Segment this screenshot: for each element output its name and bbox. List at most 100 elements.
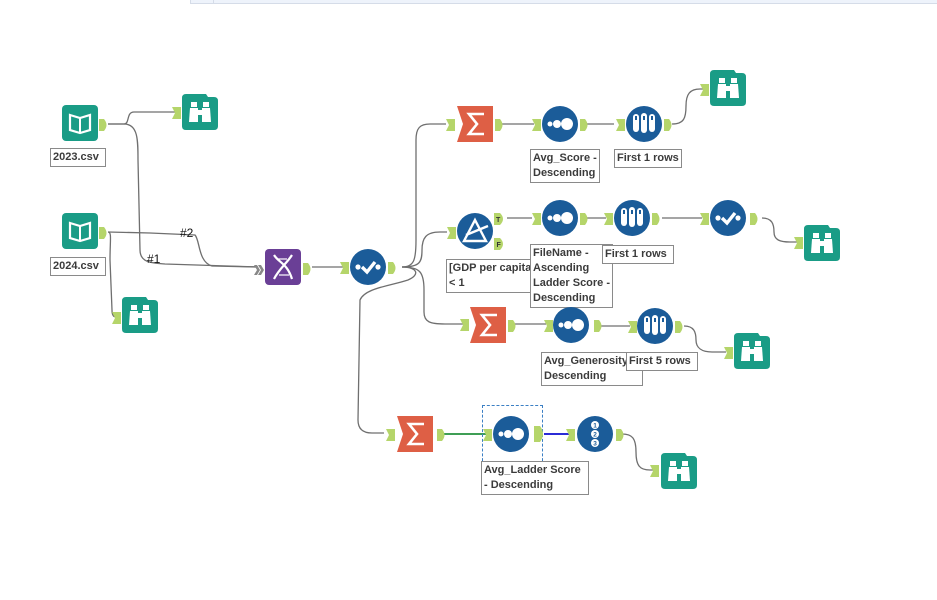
input-anchor[interactable] xyxy=(532,212,541,230)
output-anchor[interactable] xyxy=(303,262,313,280)
browse-tool[interactable] xyxy=(734,333,770,369)
input-anchor[interactable] xyxy=(172,106,181,124)
input-anchor[interactable] xyxy=(386,428,395,446)
sample-tool[interactable] xyxy=(626,106,662,142)
input-anchor[interactable] xyxy=(483,428,492,446)
output-anchor[interactable] xyxy=(495,118,505,136)
output-anchor[interactable] xyxy=(580,212,590,230)
browse-tool[interactable] xyxy=(661,453,697,489)
output-anchor[interactable] xyxy=(508,319,518,337)
input-anchor[interactable] xyxy=(447,226,456,244)
output-anchor[interactable] xyxy=(594,319,604,337)
tool-label: 2023.csv xyxy=(50,148,106,167)
browse-tool[interactable] xyxy=(182,94,218,130)
input-anchor[interactable] xyxy=(794,236,803,254)
browse-tool[interactable] xyxy=(710,70,746,106)
input-anchor[interactable] xyxy=(700,83,709,101)
wire xyxy=(401,123,446,268)
wire-label-2: #2 xyxy=(180,226,194,240)
wire xyxy=(108,111,178,125)
input-anchor[interactable] xyxy=(724,346,733,364)
input-data-tool-2023[interactable] xyxy=(62,105,98,141)
sample-tool[interactable] xyxy=(614,200,650,236)
sort-dots-icon xyxy=(542,200,578,236)
sort-tool-selected[interactable] xyxy=(493,416,529,452)
output-anchor[interactable] xyxy=(750,212,760,230)
wire-label-1: #1 xyxy=(147,252,161,266)
dna-icon xyxy=(265,249,301,285)
input-anchor[interactable] xyxy=(566,428,575,446)
wire xyxy=(761,217,798,243)
summarize-tool[interactable] xyxy=(470,307,506,343)
input-data-tool-2024[interactable] xyxy=(62,213,98,249)
input-anchor[interactable] xyxy=(650,464,659,482)
output-anchor[interactable] xyxy=(664,118,674,136)
tool-label: Avg_Score - Descending xyxy=(530,149,600,183)
test-tubes-icon xyxy=(626,106,662,142)
sort-dots-icon xyxy=(493,416,529,452)
wire xyxy=(108,123,259,268)
union-tool[interactable] xyxy=(265,249,301,285)
output-anchor[interactable] xyxy=(437,428,447,446)
binoculars-icon xyxy=(661,453,697,489)
numbered-list-icon: 1 2 3 xyxy=(577,416,613,452)
input-anchor[interactable] xyxy=(340,261,349,279)
input-anchor[interactable] xyxy=(446,118,455,136)
browse-tool[interactable] xyxy=(804,225,840,261)
input-anchor[interactable] xyxy=(604,212,613,230)
output-anchor[interactable] xyxy=(99,118,109,136)
check-icon xyxy=(350,249,386,285)
record-id-tool[interactable]: 1 2 3 xyxy=(577,416,613,452)
book-icon xyxy=(62,105,98,141)
summarize-tool[interactable] xyxy=(457,106,493,142)
output-anchor[interactable] xyxy=(580,118,590,136)
sigma-icon xyxy=(470,307,506,343)
tool-label: Avg_Ladder Score - Descending xyxy=(481,461,589,495)
summarize-tool[interactable] xyxy=(397,416,433,452)
check-icon xyxy=(710,200,746,236)
false-anchor[interactable]: F xyxy=(494,237,506,255)
input-anchor[interactable] xyxy=(112,311,121,329)
sort-tool[interactable] xyxy=(553,307,589,343)
tool-label: First 1 rows xyxy=(602,245,674,264)
binoculars-icon xyxy=(122,297,158,333)
sample-tool[interactable] xyxy=(637,308,673,344)
sort-dots-icon xyxy=(553,307,589,343)
input-anchor[interactable] xyxy=(544,319,553,337)
test-tubes-icon xyxy=(637,308,673,344)
tool-label: [GDP per capita] < 1 xyxy=(446,259,535,293)
binoculars-icon xyxy=(710,70,746,106)
select-tool[interactable] xyxy=(710,200,746,236)
svg-text:1: 1 xyxy=(593,423,597,430)
select-tool[interactable] xyxy=(350,249,386,285)
tool-label: First 5 rows xyxy=(626,352,698,371)
input-anchor[interactable] xyxy=(616,118,625,136)
sigma-icon xyxy=(457,106,493,142)
tool-label: First 1 rows xyxy=(614,149,682,168)
input-anchor[interactable] xyxy=(460,318,469,336)
output-anchor[interactable] xyxy=(388,261,398,279)
true-anchor[interactable]: T xyxy=(494,212,506,230)
output-anchor[interactable] xyxy=(534,426,546,447)
true-anchor-label: T xyxy=(496,217,501,224)
binoculars-icon xyxy=(734,333,770,369)
sort-tool[interactable] xyxy=(542,200,578,236)
svg-text:3: 3 xyxy=(593,441,597,448)
tool-label: FileName - Ascending Ladder Score - Desc… xyxy=(530,244,614,308)
output-anchor[interactable] xyxy=(99,226,109,244)
output-anchor[interactable] xyxy=(652,212,662,230)
output-anchor[interactable] xyxy=(675,320,685,338)
input-anchor[interactable] xyxy=(700,212,709,230)
false-anchor-label: F xyxy=(497,242,502,249)
filter-tool[interactable] xyxy=(457,213,493,249)
output-anchor[interactable] xyxy=(616,428,626,446)
browse-tool[interactable] xyxy=(122,297,158,333)
filter-icon xyxy=(457,213,493,249)
input-anchor[interactable] xyxy=(628,320,637,338)
multi-input-anchor[interactable] xyxy=(254,262,264,280)
input-anchor[interactable] xyxy=(532,118,541,136)
test-tubes-icon xyxy=(614,200,650,236)
book-icon xyxy=(62,213,98,249)
sort-tool[interactable] xyxy=(542,106,578,142)
wire xyxy=(357,266,417,434)
